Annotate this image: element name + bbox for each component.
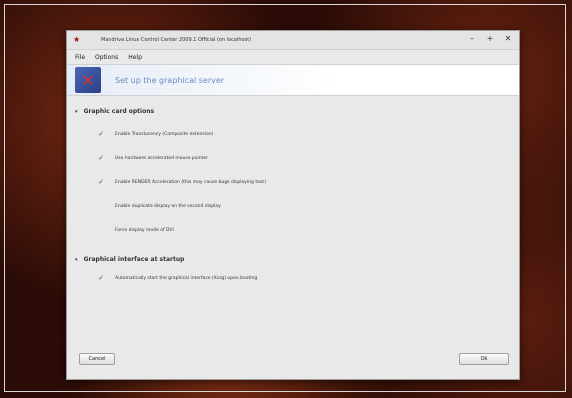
control-center-window: ★ Mandriva Linux Control Center 2009.1 O…: [66, 30, 520, 380]
title-bar[interactable]: ★ Mandriva Linux Control Center 2009.1 O…: [67, 31, 519, 50]
graphical-server-icon: ✕: [75, 67, 101, 93]
option-label: Enable Translucency (Composite extension…: [115, 131, 214, 137]
section-title: Graphic card options: [83, 108, 155, 115]
option-hw-pointer[interactable]: ✓ Use hardware accelerated mouse pointer: [97, 154, 208, 162]
close-button[interactable]: ✕: [503, 34, 513, 43]
menu-bar: File Options Help: [67, 50, 519, 64]
option-force-dvi[interactable]: ✓ Force display mode of DVI: [97, 226, 174, 234]
menu-help[interactable]: Help: [128, 54, 142, 61]
option-autostart-x[interactable]: ✓ Automatically start the graphical inte…: [97, 274, 257, 282]
checkbox-force-dvi[interactable]: ✓: [97, 226, 105, 234]
section-graphic-card[interactable]: ▾ Graphic card options: [75, 108, 154, 115]
collapse-arrow-icon[interactable]: ▾: [75, 109, 78, 115]
minimize-button[interactable]: –: [467, 34, 477, 43]
checkbox-duplicate-display[interactable]: ✓: [97, 202, 105, 210]
checkbox-translucency[interactable]: ✓: [97, 130, 105, 138]
section-title: Graphical interface at startup: [83, 256, 185, 263]
checkbox-hw-pointer[interactable]: ✓: [97, 154, 105, 162]
option-duplicate-display[interactable]: ✓ Enable duplicate display on the second…: [97, 202, 221, 210]
page-title: Set up the graphical server: [115, 75, 225, 85]
option-label: Use hardware accelerated mouse pointer: [115, 155, 209, 161]
option-render-accel[interactable]: ✓ Enable RENDER Acceleration (this may c…: [97, 178, 266, 186]
ok-button[interactable]: Ok: [459, 353, 509, 365]
option-label: Force display mode of DVI: [115, 227, 174, 233]
option-label: Automatically start the graphical interf…: [115, 275, 258, 281]
window-title: Mandriva Linux Control Center 2009.1 Off…: [101, 37, 252, 43]
checkbox-render-accel[interactable]: ✓: [97, 178, 105, 186]
collapse-arrow-icon[interactable]: ▾: [75, 257, 78, 263]
option-label: Enable RENDER Acceleration (this may cau…: [115, 179, 266, 185]
option-translucency[interactable]: ✓ Enable Translucency (Composite extensi…: [97, 130, 213, 138]
option-label: Enable duplicate display on the second d…: [115, 203, 221, 209]
checkbox-autostart-x[interactable]: ✓: [97, 274, 105, 282]
options-panel: ▾ Graphic card options ✓ Enable Transluc…: [67, 96, 519, 346]
header-banner: ✕ Set up the graphical server: [67, 64, 519, 96]
section-graphical-startup[interactable]: ▾ Graphical interface at startup: [75, 256, 184, 263]
app-icon: ★: [73, 35, 81, 44]
menu-options[interactable]: Options: [95, 54, 118, 61]
menu-file[interactable]: File: [75, 54, 85, 61]
maximize-button[interactable]: +: [485, 34, 495, 43]
cancel-button[interactable]: Cancel: [79, 353, 115, 365]
